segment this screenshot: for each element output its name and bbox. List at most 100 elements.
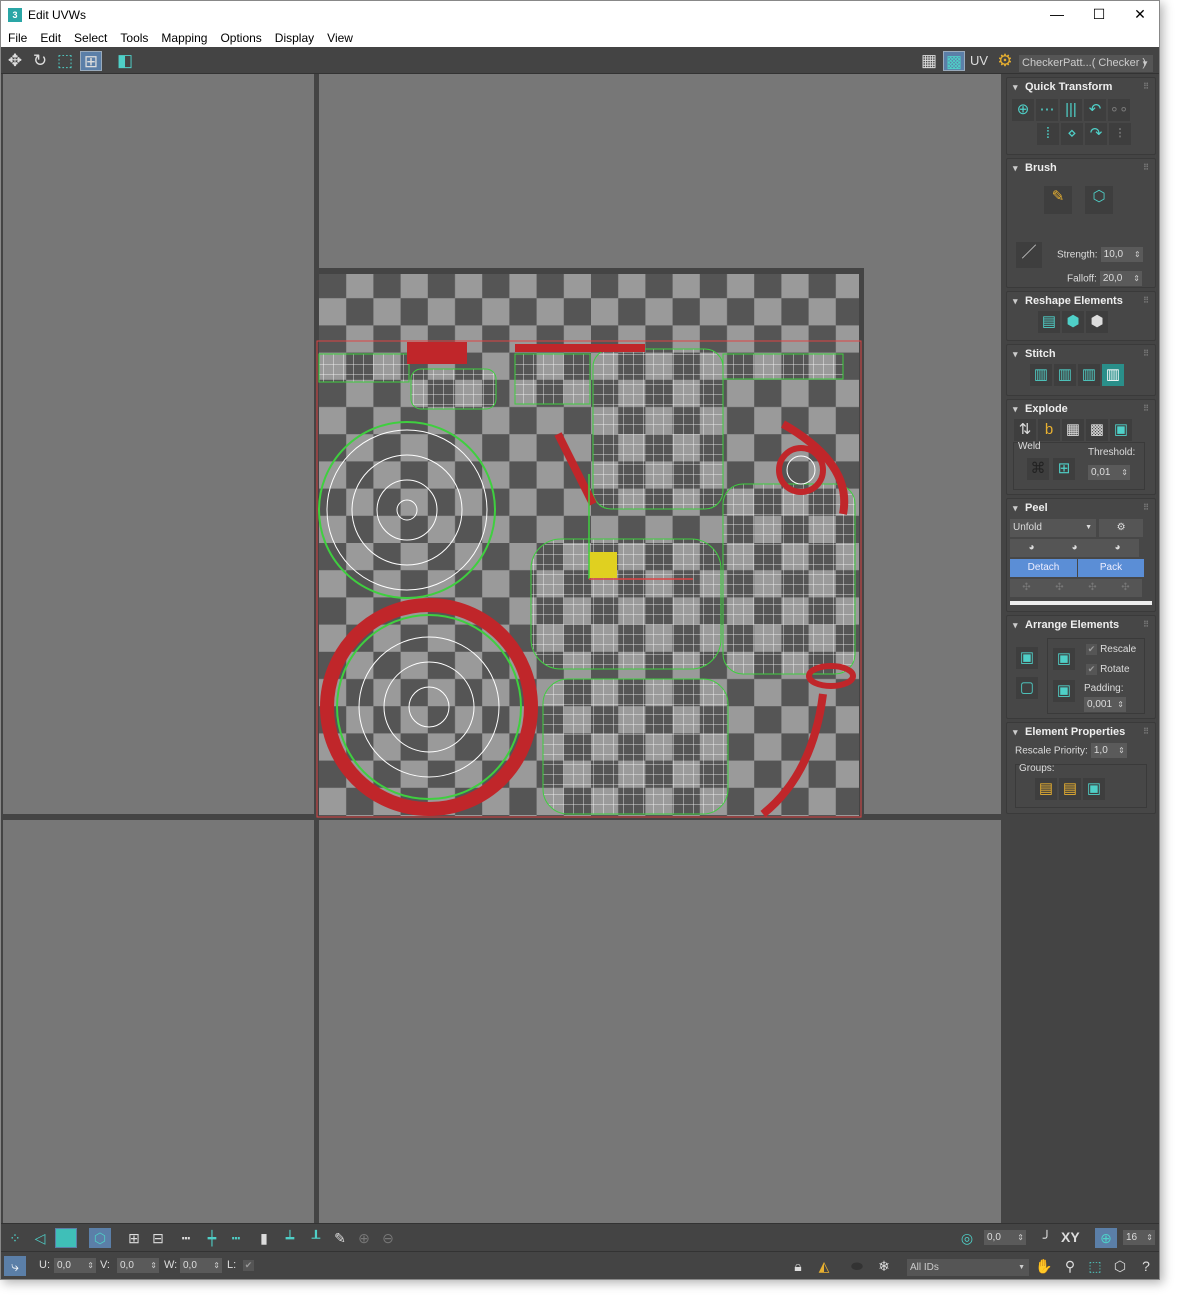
reset-peel-icon[interactable]: ◕ (1096, 539, 1139, 557)
stitch-custom-icon[interactable]: ▥ (1102, 364, 1124, 386)
stitch-to-target-icon[interactable]: ▥ (1030, 364, 1052, 386)
rotate-checkbox[interactable]: ✔ (1086, 664, 1097, 675)
polygon-mode-icon[interactable] (55, 1228, 77, 1248)
material-id-dropdown[interactable]: All IDs ▼ (907, 1259, 1029, 1276)
menu-options[interactable]: Options (220, 31, 261, 45)
group-selected-icon[interactable]: ▤ (1035, 778, 1057, 800)
pack-together-icon[interactable]: ▢ (1016, 677, 1038, 699)
ring-grow-icon[interactable]: ┷ (279, 1228, 301, 1248)
rollout-title[interactable]: Brush (1007, 159, 1155, 177)
flatten-by-smoothing-icon[interactable]: ▩ (1086, 419, 1108, 441)
paint-move-icon[interactable]: ✎ (1044, 186, 1072, 214)
straighten-selection-icon[interactable]: ▤ (1038, 311, 1060, 333)
auto-pin-icon[interactable]: ✣ (1076, 579, 1109, 597)
strength-spinner[interactable]: 10,0 (1100, 247, 1143, 262)
rotate-ccw-icon[interactable]: ↶ (1084, 99, 1106, 121)
grid-snap-icon[interactable]: ⊕ (1095, 1228, 1117, 1248)
quick-peel-icon[interactable]: ◕ (1010, 539, 1053, 557)
detach-edge-icon[interactable]: b (1038, 419, 1060, 441)
minimize-button[interactable]: — (1036, 1, 1078, 28)
break-icon[interactable]: ⇅ (1014, 419, 1036, 441)
soft-selection-icon[interactable]: ◎ (956, 1228, 978, 1248)
lock-icon[interactable]: 🔒︎ (787, 1256, 809, 1276)
hide-icon[interactable]: ◭ (813, 1256, 835, 1276)
stitch-average-icon[interactable]: ▥ (1054, 364, 1076, 386)
space-vertical-icon[interactable]: ⁝ (1109, 123, 1131, 145)
rollout-title[interactable]: Reshape Elements (1007, 292, 1155, 310)
rotate-icon[interactable]: ↻ (29, 51, 51, 71)
rotate-cw-icon[interactable]: ↷ (1085, 123, 1107, 145)
angle-spinner[interactable]: 0,0 (984, 1230, 1026, 1245)
relax-icon[interactable]: ⬢ (1062, 311, 1084, 333)
select-group-icon[interactable]: ▣ (1083, 778, 1105, 800)
unpin-icon[interactable]: ✣ (1043, 579, 1076, 597)
menu-select[interactable]: Select (74, 31, 107, 45)
peel-settings-icon[interactable]: ⚙ (1099, 519, 1144, 537)
relax-options-icon[interactable]: ⬢ (1086, 311, 1108, 333)
flatten-by-polygon-icon[interactable]: ▦ (1062, 419, 1084, 441)
w-spinner[interactable]: 0,0 (180, 1258, 222, 1273)
straighten-icon[interactable]: ⋄ (1061, 123, 1083, 145)
v-spinner[interactable]: 0,0 (117, 1258, 159, 1273)
show-map-icon[interactable]: ▩ (943, 51, 965, 71)
help-icon[interactable]: ? (1135, 1256, 1157, 1276)
pack-normalize-icon[interactable]: ▣ (1053, 648, 1075, 670)
rollout-title[interactable]: Peel (1007, 499, 1155, 517)
curve-icon[interactable]: ╯ (1036, 1228, 1058, 1248)
paint-grow-icon[interactable]: ⊕ (353, 1228, 375, 1248)
vertex-mode-icon[interactable]: ⁘ (4, 1228, 26, 1248)
padding-spinner[interactable]: 0,001 (1084, 697, 1126, 712)
paint-select-icon[interactable]: ✎ (329, 1228, 351, 1248)
detach-button[interactable]: Detach (1010, 559, 1077, 577)
u-spinner[interactable]: 0,0 (54, 1258, 96, 1273)
rescale-priority-spinner[interactable]: 1,0 (1090, 743, 1127, 758)
space-horizontal-icon[interactable]: ∘∘ (1108, 99, 1130, 121)
menu-mapping[interactable]: Mapping (161, 31, 207, 45)
set-pivot-icon[interactable]: ⊕ (1012, 99, 1034, 121)
loop-grow-icon[interactable]: ┿ (201, 1228, 223, 1248)
ungroup-icon[interactable]: ▤ (1059, 778, 1081, 800)
freeze-toggle-icon[interactable]: ⬬ (846, 1256, 868, 1276)
menu-display[interactable]: Display (275, 31, 314, 45)
pan-icon[interactable]: ✋ (1033, 1256, 1055, 1276)
weld-target-icon[interactable]: ⊞ (1053, 458, 1075, 480)
loop-shrink-icon[interactable]: ┅ (225, 1228, 247, 1248)
menu-file[interactable]: File (8, 31, 27, 45)
grow-selection-icon[interactable]: ⊞ (123, 1228, 145, 1248)
rollout-title[interactable]: Explode (1007, 400, 1155, 418)
align-to-edge-icon[interactable]: ⁞ (1037, 123, 1059, 145)
maximize-button[interactable]: ☐ (1078, 1, 1120, 28)
peel-mode-icon[interactable]: ◕ (1053, 539, 1096, 557)
pack-button[interactable]: Pack (1078, 559, 1144, 577)
flatten-by-material-icon[interactable]: ▣ (1110, 419, 1132, 441)
freeze-icon[interactable]: ❄ (873, 1256, 895, 1276)
uv-editor-viewport[interactable] (3, 74, 1001, 1223)
menu-view[interactable]: View (327, 31, 353, 45)
ring-shrink-icon[interactable]: ┸ (305, 1228, 327, 1248)
xy-axis-button[interactable]: XY (1061, 1229, 1080, 1245)
align-horizontal-icon[interactable]: ⋯ (1036, 99, 1058, 121)
select-pins-icon[interactable]: ✣ (1109, 579, 1142, 597)
zoom-icon[interactable]: ⚲ (1059, 1256, 1081, 1276)
rollout-title[interactable]: Quick Transform (1007, 78, 1155, 96)
scale-icon[interactable]: ⬚ (54, 51, 76, 71)
move-icon[interactable]: ✥ (4, 51, 26, 71)
uv-axis-button[interactable]: UV (967, 51, 991, 71)
close-button[interactable]: ✕ (1119, 1, 1161, 28)
zoom-extents-icon[interactable]: ⬡ (1109, 1256, 1131, 1276)
stitch-source-icon[interactable]: ▥ (1078, 364, 1100, 386)
pin-icon[interactable]: ✣ (1010, 579, 1043, 597)
ring-icon[interactable]: ▮ (253, 1228, 275, 1248)
paint-shrink-icon[interactable]: ⊖ (377, 1228, 399, 1248)
threshold-spinner[interactable]: 0,01 (1088, 465, 1130, 480)
relax-brush-icon[interactable]: ⬡ (1085, 186, 1113, 214)
weld-selected-icon[interactable]: ⌘ (1027, 458, 1049, 480)
menu-tools[interactable]: Tools (120, 31, 148, 45)
freeform-icon[interactable]: ⊞ (80, 51, 102, 71)
rollout-title[interactable]: Element Properties (1007, 723, 1155, 741)
texture-dropdown[interactable]: CheckerPatt...( Checker ) ▼ (1019, 55, 1153, 72)
pack-rescale-icon[interactable]: ▣ (1053, 680, 1075, 702)
uv-canvas[interactable] (3, 74, 1001, 1223)
shrink-selection-icon[interactable]: ⊟ (147, 1228, 169, 1248)
loop-icon[interactable]: ┅ (175, 1228, 197, 1248)
